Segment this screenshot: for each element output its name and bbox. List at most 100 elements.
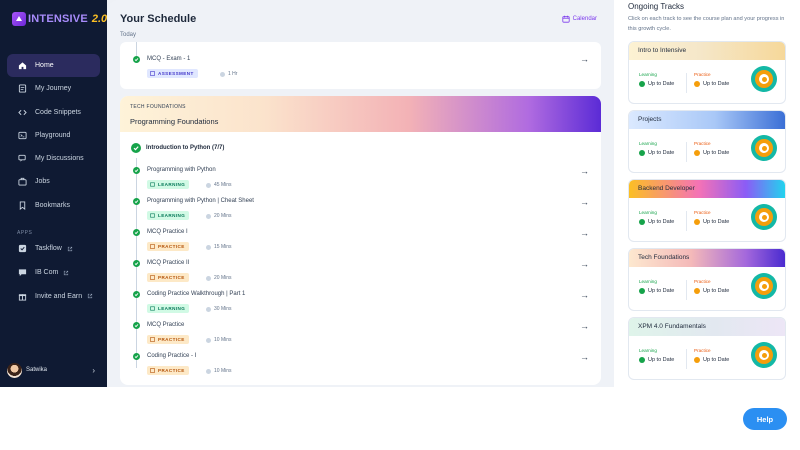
ongoing-track-card[interactable]: XPM 4.0 Fundamentals Learning Up to Date… (628, 317, 786, 380)
help-button[interactable]: Help (743, 408, 787, 430)
page-title: Your Schedule (120, 13, 197, 25)
panel-subtitle: Click on each track to see the course pl… (628, 16, 785, 32)
brand-logo[interactable]: INTENSIVE 2.0 (12, 11, 107, 27)
item-title: Programming with Python | Cheat Sheet (147, 198, 254, 204)
practice-label: Practice (694, 141, 711, 146)
practice-label: Practice (694, 210, 711, 215)
panel-title: Ongoing Tracks (628, 2, 685, 11)
list-item[interactable]: MCQ Practice I PRACTICE 15 Mins → (120, 228, 601, 254)
check-circle-icon (694, 219, 700, 225)
badge-label: PRACTICE (158, 275, 185, 280)
apps-nav: Taskflow IB Com Invite and Earn (7, 237, 100, 308)
progress-ring-icon (751, 273, 777, 299)
app-item-invite-and-earn[interactable]: Invite and Earn (7, 285, 100, 309)
status-text: Up to Date (703, 357, 730, 363)
list-item[interactable]: MCQ Practice II PRACTICE 20 Mins → (120, 259, 601, 285)
nav-item-playground[interactable]: Playground (7, 124, 100, 147)
learning-status: Up to Date (639, 357, 674, 363)
nav-label: My Discussions (35, 155, 84, 163)
discussion-icon (18, 155, 26, 162)
progress-ring-icon (751, 342, 777, 368)
check-circle-icon (694, 81, 700, 87)
status-text: Up to Date (648, 288, 675, 294)
sidebar: INTENSIVE 2.0 Home My Journey Code Snipp… (0, 0, 107, 387)
item-title: Coding Practice Walkthrough | Part 1 (147, 291, 246, 297)
progress-ring-icon (751, 204, 777, 230)
clock-icon (206, 213, 211, 219)
nav-item-code-snippets[interactable]: Code Snippets (7, 101, 100, 124)
arrow-right-icon[interactable]: → (580, 197, 589, 207)
app-item-ib-com[interactable]: IB Com (7, 261, 100, 285)
arrow-right-icon[interactable]: → (580, 259, 589, 269)
learning-status: Up to Date (639, 288, 674, 294)
nav-label: Code Snippets (35, 108, 81, 116)
calendar-button[interactable]: Calendar (562, 15, 597, 23)
ongoing-track-card[interactable]: Intro to Intensive Learning Up to Date P… (628, 41, 786, 104)
app-label: Invite and Earn (35, 292, 83, 300)
completed-check-icon (133, 260, 140, 267)
arrow-right-icon[interactable]: → (580, 166, 589, 176)
arrow-right-icon[interactable]: → (580, 321, 589, 331)
clock-icon (220, 71, 225, 77)
track-name: Backend Developer (638, 185, 695, 192)
logo-icon (12, 12, 26, 26)
check-circle-icon (694, 150, 700, 156)
completed-check-icon (131, 143, 141, 153)
ongoing-track-card[interactable]: Tech Foundations Learning Up to Date Pra… (628, 248, 786, 311)
arrow-right-icon[interactable]: → (580, 54, 589, 64)
completed-check-icon (133, 56, 140, 63)
user-name: Satwika (26, 367, 48, 373)
practice-badge: PRACTICE (147, 366, 189, 375)
arrow-right-icon[interactable]: → (580, 352, 589, 362)
badge-label: LEARNING (158, 306, 186, 311)
nav-label: Playground (35, 131, 71, 139)
track-category: TECH FOUNDATIONS (130, 104, 186, 110)
practice-icon (150, 337, 155, 342)
nav-item-jobs[interactable]: Jobs (7, 170, 100, 193)
duration-text: 20 Mins (214, 275, 232, 281)
learning-badge: LEARNING (147, 304, 190, 313)
ongoing-track-card[interactable]: Projects Learning Up to Date Practice Up… (628, 110, 786, 173)
list-item[interactable]: Programming with Python | Cheat Sheet LE… (120, 197, 601, 223)
book-icon (150, 182, 155, 187)
badge-label: ASSESSMENT (158, 71, 194, 76)
divider (686, 349, 687, 369)
user-profile[interactable]: Satwika › (7, 362, 100, 378)
assessment-icon (150, 71, 155, 76)
status-text: Up to Date (703, 81, 730, 87)
divider (686, 142, 687, 162)
section-header[interactable]: Introduction to Python (7/7) (131, 143, 224, 153)
timeline-line (136, 42, 137, 56)
duration-text: 1 Hr (228, 71, 238, 77)
practice-icon (150, 244, 155, 249)
list-item[interactable]: Coding Practice - I PRACTICE 10 Mins → (120, 352, 601, 378)
nav-item-my-journey[interactable]: My Journey (7, 77, 100, 100)
gift-icon (18, 294, 27, 301)
app-item-taskflow[interactable]: Taskflow (7, 237, 100, 261)
nav-item-home[interactable]: Home (7, 54, 100, 77)
nav-item-bookmarks[interactable]: Bookmarks (7, 194, 100, 217)
app-label: Taskflow (35, 245, 62, 253)
nav-label: Home (35, 62, 54, 69)
learning-label: Learning (639, 72, 657, 77)
track-header[interactable]: TECH FOUNDATIONS Programming Foundations (120, 96, 601, 132)
duration-text: 45 Mins (214, 182, 232, 188)
status-text: Up to Date (703, 219, 730, 225)
practice-status: Up to Date (694, 288, 729, 294)
chevron-right-icon: › (92, 365, 95, 375)
track-name: Tech Foundations (638, 254, 690, 261)
book-icon (150, 213, 155, 218)
arrow-right-icon[interactable]: → (580, 290, 589, 300)
schedule-item-card[interactable]: MCQ - Exam - 1 ASSESSMENT 1 Hr → (120, 42, 601, 89)
track-card-body: Learning Up to Date Practice Up to Date (629, 336, 785, 379)
divider (686, 73, 687, 93)
check-circle-icon (639, 288, 645, 294)
nav-label: Jobs (35, 178, 50, 186)
list-item[interactable]: MCQ Practice PRACTICE 10 Mins → (120, 321, 601, 347)
nav-item-my-discussions[interactable]: My Discussions (7, 147, 100, 170)
list-item[interactable]: Coding Practice Walkthrough | Part 1 LEA… (120, 290, 601, 316)
ongoing-track-card[interactable]: Backend Developer Learning Up to Date Pr… (628, 179, 786, 242)
learning-label: Learning (639, 210, 657, 215)
list-item[interactable]: Programming with Python LEARNING 45 Mins… (120, 166, 601, 192)
arrow-right-icon[interactable]: → (580, 228, 589, 238)
